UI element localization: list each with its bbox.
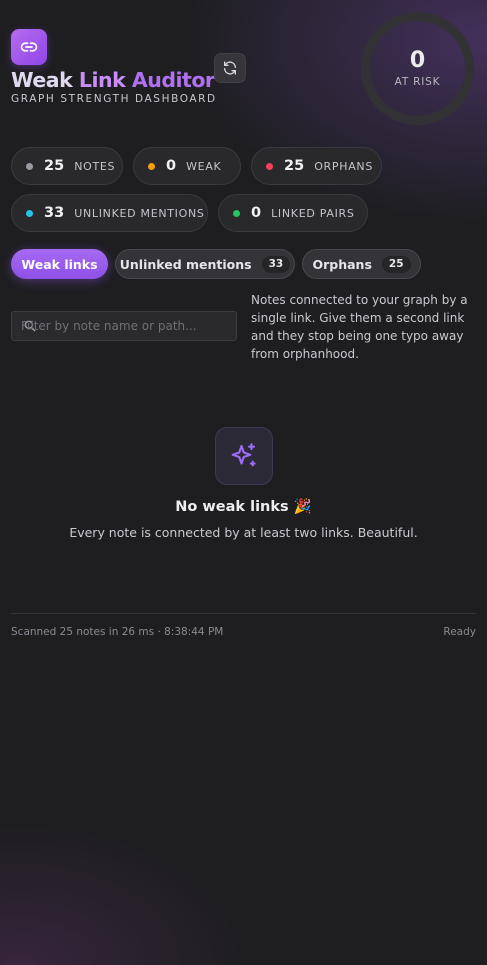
app-title: Weak Link Auditor [11, 67, 215, 93]
stat-unlinked-mentions-label: UNLINKED MENTIONS [74, 206, 205, 220]
title-word-link: Link [78, 68, 132, 92]
tab-unlinked-mentions-label: Unlinked mentions [119, 256, 252, 272]
empty-state-icon [215, 427, 273, 485]
stat-linked-pairs-label: LINKED PAIRS [271, 206, 355, 220]
stat-orphans-dot [266, 162, 273, 170]
title-word-auditor: Auditor [131, 68, 215, 92]
tab-orphans[interactable]: Orphans 25 [302, 249, 421, 279]
scan-info: Scanned 25 notes in 26 ms · 8:38:44 PM [11, 626, 224, 638]
at-risk-label: AT RISK [394, 76, 441, 88]
refresh-button[interactable] [214, 53, 246, 83]
tab-weak-links[interactable]: Weak links [11, 249, 108, 279]
stat-notes-label: NOTES [74, 159, 116, 173]
tab-orphans-badge: 25 [381, 255, 411, 273]
refresh-icon [224, 61, 236, 75]
stat-orphans-value: 25 [284, 158, 305, 174]
footer-divider [11, 613, 476, 614]
stat-orphans: 25 ORPHANS [251, 147, 382, 185]
stat-unlinked-mentions-value: 33 [44, 205, 65, 221]
at-risk-count: 0 [409, 48, 426, 73]
tab-description: Notes connected to your graph by a singl… [251, 293, 468, 361]
link-icon [20, 42, 38, 52]
stat-linked-pairs: 0 LINKED PAIRS [218, 194, 368, 232]
tab-weak-links-label: Weak links [21, 256, 98, 272]
status-text: Ready [443, 626, 476, 638]
stat-weak-dot [148, 162, 155, 170]
stat-linked-pairs-dot [233, 209, 240, 217]
empty-state-text: Every note is connected by at least two … [69, 525, 418, 540]
stat-weak-label: WEAK [186, 159, 222, 173]
stat-linked-pairs-value: 0 [251, 205, 262, 221]
tab-unlinked-mentions-badge: 33 [261, 255, 291, 273]
tab-orphans-label: Orphans [312, 256, 372, 272]
app-logo [11, 29, 47, 65]
stat-unlinked-mentions: 33 UNLINKED MENTIONS [11, 194, 208, 232]
stat-orphans-label: ORPHANS [314, 159, 374, 173]
filter-field [11, 311, 237, 341]
stat-notes: 25 NOTES [11, 147, 123, 185]
stat-weak: 0 WEAK [133, 147, 241, 185]
title-word-weak: Weak [11, 68, 79, 92]
tab-unlinked-mentions[interactable]: Unlinked mentions 33 [115, 249, 295, 279]
stat-weak-value: 0 [166, 158, 177, 174]
app-subtitle: GRAPH STRENGTH DASHBOARD [11, 93, 217, 105]
at-risk-gauge: 0 AT RISK [361, 12, 474, 125]
empty-state-title: No weak links 🎉 [175, 499, 312, 515]
filter-input[interactable] [21, 312, 235, 340]
sparkles-icon [231, 443, 256, 467]
stat-notes-value: 25 [44, 158, 65, 174]
stat-notes-dot [26, 162, 33, 170]
stat-unlinked-mentions-dot [26, 209, 33, 217]
